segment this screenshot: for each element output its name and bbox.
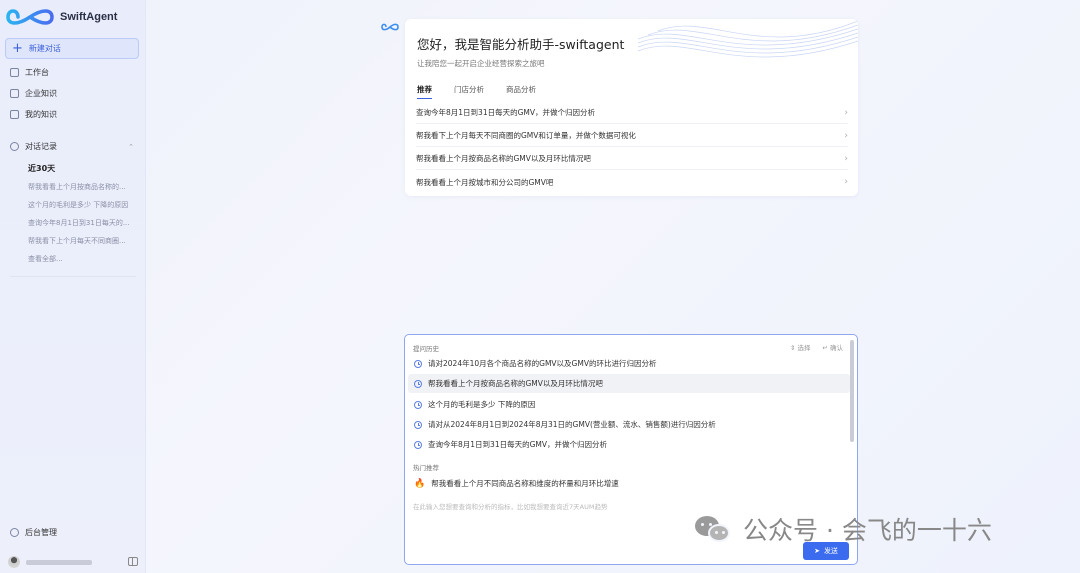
history-period-label: 近30天 <box>28 164 56 173</box>
chevron-up-icon: ⌃ <box>128 142 134 151</box>
new-chat-button[interactable]: + 新建对话 <box>5 38 139 59</box>
user-name-redacted <box>26 559 92 565</box>
panel-actions: ⇕ 选择 ↵ 确认 <box>790 342 843 352</box>
history-question-text: 请对从2024年8月1日到2024年8月31日的GMV(营业额、流水、销售额)进… <box>428 420 716 429</box>
history-item[interactable]: 帮我看下上个月每天不同商圈... <box>28 236 136 246</box>
history-question-selected[interactable]: 帮我看看上个月按商品名称的GMV以及月环比情况吧 <box>408 374 850 393</box>
history-question-text: 查询今年8月1日到31日每天的GMV，并做个归因分析 <box>428 440 607 449</box>
history-question-text: 这个月的毛利是多少 下降的原因 <box>428 400 536 409</box>
select-label: 选择 <box>797 344 811 352</box>
suggested-question[interactable]: 查询今年8月1日到31日每天的GMV，并做个归因分析 › <box>416 102 848 124</box>
sidebar-item-enterprise-knowledge[interactable]: 企业知识 <box>10 88 57 99</box>
scrollbar[interactable] <box>850 340 854 442</box>
welcome-title: 您好，我是智能分析助手-swiftagent <box>417 37 625 52</box>
send-label: 发送 <box>823 547 838 555</box>
user-profile[interactable] <box>8 556 92 568</box>
history-question[interactable]: 请对从2024年8月1日到2024年8月31日的GMV(营业额、流水、销售额)进… <box>408 415 850 434</box>
fire-icon: 🔥 <box>414 478 426 489</box>
suggested-question[interactable]: 帮我看下上个月每天不同商圈的GMV和订单量，并做个数据可视化 › <box>416 125 848 147</box>
conversation-history-toggle[interactable]: 对话记录 ⌃ <box>10 141 134 152</box>
question-history-title: 提问历史 <box>413 345 439 353</box>
welcome-subtitle: 让我陪您一起开启企业经营探索之旅吧 <box>417 59 545 68</box>
history-title: 对话记录 <box>25 142 57 151</box>
sidebar: SwiftAgent + 新建对话 工作台 企业知识 我的知识 对话记录 ⌃ 近… <box>0 0 146 573</box>
tab-store-analysis[interactable]: 门店分析 <box>454 84 484 99</box>
sidebar-item-workspace[interactable]: 工作台 <box>10 67 49 78</box>
workspace-icon <box>10 68 19 77</box>
confirm-action[interactable]: ↵ 确认 <box>822 342 843 352</box>
hot-question-text: 帮我看看上个月不同商品名称和维度的杯量和月环比增速 <box>431 479 619 488</box>
send-icon: ➤ <box>814 547 820 555</box>
clock-icon <box>414 420 422 429</box>
welcome-card: 您好，我是智能分析助手-swiftagent 让我陪您一起开启企业经营探索之旅吧… <box>405 19 858 196</box>
suggested-question[interactable]: 帮我看看上个月按城市和分公司的GMV吧 › <box>416 171 848 193</box>
avatar <box>8 556 20 568</box>
clock-icon <box>414 440 422 449</box>
plus-icon: + <box>12 41 23 56</box>
watermark-text: 公众号 · 会飞的一十六 <box>743 516 992 545</box>
tab-product-analysis[interactable]: 商品分析 <box>506 84 536 99</box>
document-icon <box>10 110 19 119</box>
sidebar-divider <box>10 276 136 277</box>
clock-icon <box>414 400 422 409</box>
sidebar-collapse-icon[interactable] <box>128 557 138 566</box>
app-logo[interactable]: SwiftAgent <box>6 6 117 28</box>
question-tabs: 推荐 门店分析 商品分析 <box>417 84 536 99</box>
question-text: 查询今年8月1日到31日每天的GMV，并做个归因分析 <box>416 108 595 117</box>
select-action[interactable]: ⇕ 选择 <box>790 342 811 352</box>
admin-management-link[interactable]: 后台管理 <box>10 527 57 538</box>
wechat-icon <box>695 514 733 544</box>
sidebar-item-label: 我的知识 <box>25 110 57 119</box>
clock-icon <box>414 379 422 388</box>
question-text: 帮我看看上个月按城市和分公司的GMV吧 <box>416 177 554 187</box>
wechat-watermark: 公众号 · 会飞的一十六 <box>695 511 992 547</box>
confirm-label: 确认 <box>830 344 843 352</box>
new-chat-label: 新建对话 <box>28 44 61 53</box>
question-text: 帮我看看上个月按商品名称的GMV以及月环比情况吧 <box>416 154 591 163</box>
sidebar-item-label: 工作台 <box>25 68 49 77</box>
settings-icon <box>10 528 19 537</box>
history-item[interactable]: 这个月的毛利是多少 下降的原因 <box>28 200 136 210</box>
assistant-infinity-icon <box>381 23 399 31</box>
admin-label: 后台管理 <box>25 528 57 537</box>
tab-recommended[interactable]: 推荐 <box>417 84 432 99</box>
chevron-right-icon: › <box>844 177 848 187</box>
clock-icon <box>414 359 422 368</box>
history-question[interactable]: 这个月的毛利是多少 下降的原因 <box>408 395 850 414</box>
decorative-waves <box>638 20 858 58</box>
app-name: SwiftAgent <box>60 11 118 23</box>
hot-question[interactable]: 🔥 帮我看看上个月不同商品名称和维度的杯量和月环比增速 <box>408 474 850 493</box>
sidebar-item-label: 企业知识 <box>25 89 57 98</box>
chevron-right-icon: › <box>844 130 848 141</box>
history-question-text: 请对2024年10月各个商品名称的GMV以及GMV的环比进行归因分析 <box>428 359 657 368</box>
clock-icon <box>10 142 19 151</box>
chat-input-placeholder[interactable]: 在此输入您想要查询和分析的指标，比如我想要查询近7天AUM趋势 <box>413 501 607 511</box>
view-all-history-link[interactable]: 查看全部... <box>28 254 136 264</box>
history-item[interactable]: 帮我看看上个月按商品名称的... <box>28 182 136 192</box>
question-text: 帮我看下上个月每天不同商圈的GMV和订单量，并做个数据可视化 <box>416 131 636 140</box>
chevron-right-icon: › <box>844 107 848 118</box>
suggested-question[interactable]: 帮我看看上个月按商品名称的GMV以及月环比情况吧 › <box>416 148 848 170</box>
history-question[interactable]: 查询今年8月1日到31日每天的GMV，并做个归因分析 <box>408 435 850 454</box>
book-icon <box>10 89 19 98</box>
chevron-right-icon: › <box>844 153 848 164</box>
history-question-text: 帮我看看上个月按商品名称的GMV以及月环比情况吧 <box>428 379 603 388</box>
hot-recommendations-title: 热门推荐 <box>413 464 439 472</box>
infinity-logo-icon <box>6 9 54 25</box>
history-question[interactable]: 请对2024年10月各个商品名称的GMV以及GMV的环比进行归因分析 <box>408 354 850 373</box>
sidebar-item-my-knowledge[interactable]: 我的知识 <box>10 109 57 120</box>
history-item[interactable]: 查询今年8月1日到31日每天的... <box>28 218 136 228</box>
